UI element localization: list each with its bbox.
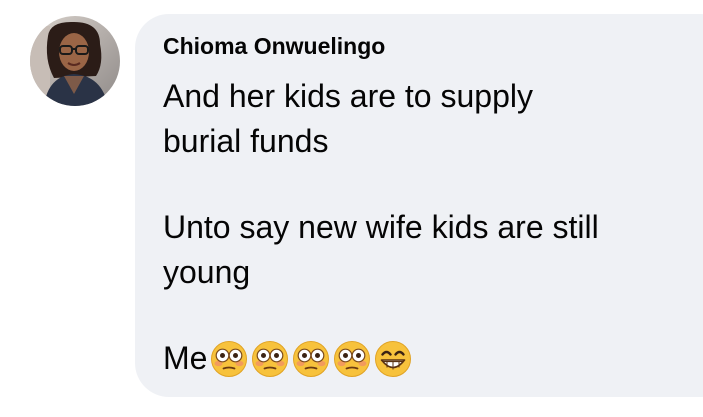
author-avatar[interactable] <box>30 16 120 106</box>
comment-body: And her kids are to supply burial funds … <box>163 74 703 381</box>
comment-line: And her kids are to supply <box>163 78 533 114</box>
flushed-face-emoji-icon <box>251 340 289 378</box>
flushed-face-emoji-icon <box>333 340 371 378</box>
comment-line: Me <box>163 340 208 376</box>
flushed-face-emoji-icon <box>210 340 248 378</box>
comment-paragraph: Unto say new wife kids are still young <box>163 205 703 295</box>
comment-author-name[interactable]: Chioma Onwuelingo <box>163 32 385 60</box>
flushed-face-emoji-icon <box>292 340 330 378</box>
comment-line: young <box>163 254 251 290</box>
grinning-face-with-smiling-eyes-emoji-icon <box>374 340 412 378</box>
comment-paragraph: And her kids are to supply burial funds <box>163 74 703 164</box>
comment-emoji-line: Me <box>163 336 703 381</box>
comment-line: Unto say new wife kids are still <box>163 209 599 245</box>
comment-line: burial funds <box>163 123 329 159</box>
avatar-photo <box>30 16 120 106</box>
